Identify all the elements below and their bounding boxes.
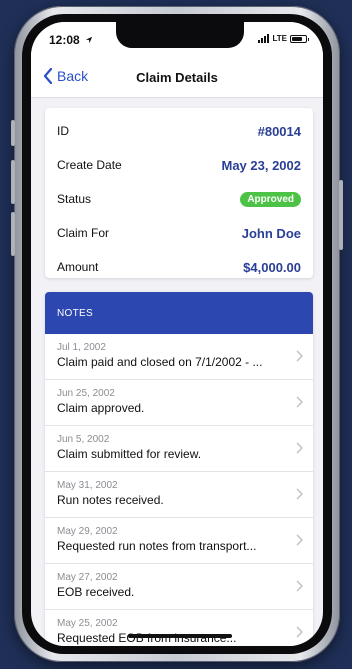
note-text: Requested EOB from insurance... bbox=[57, 631, 237, 645]
navigation-bar: Back Claim Details bbox=[31, 58, 323, 98]
location-arrow-icon bbox=[85, 36, 93, 44]
note-date: May 29, 2002 bbox=[57, 526, 118, 537]
phone-power-button bbox=[339, 180, 343, 250]
phone-side-button bbox=[11, 120, 15, 146]
home-indicator[interactable] bbox=[128, 634, 232, 638]
list-item[interactable]: May 31, 2002 Run notes received. bbox=[45, 472, 313, 518]
note-date: May 31, 2002 bbox=[57, 480, 118, 491]
note-text: EOB received. bbox=[57, 585, 135, 599]
phone-volume-up-button bbox=[11, 160, 15, 204]
detail-value-id: #80014 bbox=[257, 123, 301, 139]
detail-row-create-date: Create Date May 23, 2002 bbox=[57, 148, 301, 182]
chevron-right-icon bbox=[296, 534, 303, 546]
chevron-right-icon bbox=[296, 396, 303, 408]
network-type: LTE bbox=[272, 34, 287, 43]
detail-row-status: Status Approved bbox=[57, 182, 301, 216]
status-time: 12:08 bbox=[49, 33, 93, 47]
detail-row-amount: Amount $4,000.00 bbox=[57, 250, 301, 284]
chevron-right-icon bbox=[296, 442, 303, 454]
signal-bars-icon bbox=[258, 34, 270, 43]
note-date: Jun 5, 2002 bbox=[57, 434, 110, 445]
note-text: Claim approved. bbox=[57, 401, 145, 415]
detail-value-amount: $4,000.00 bbox=[243, 259, 301, 275]
detail-label: Amount bbox=[57, 260, 99, 274]
chevron-right-icon bbox=[296, 580, 303, 592]
detail-value-create-date: May 23, 2002 bbox=[221, 157, 301, 173]
phone-notch bbox=[116, 22, 244, 48]
note-text: Run notes received. bbox=[57, 493, 164, 507]
chevron-right-icon bbox=[296, 626, 303, 638]
chevron-right-icon bbox=[296, 488, 303, 500]
note-text: Requested run notes from transport... bbox=[57, 539, 257, 553]
detail-label: Status bbox=[57, 192, 92, 206]
list-item[interactable]: Jul 1, 2002 Claim paid and closed on 7/1… bbox=[45, 334, 313, 380]
detail-row-claim-for: Claim For John Doe bbox=[57, 216, 301, 250]
battery-icon bbox=[290, 34, 309, 43]
phone-volume-down-button bbox=[11, 212, 15, 256]
list-item[interactable]: Jun 25, 2002 Claim approved. bbox=[45, 380, 313, 426]
detail-row-id: ID #80014 bbox=[57, 114, 301, 148]
detail-label: ID bbox=[57, 124, 69, 138]
status-indicators: LTE bbox=[258, 34, 309, 43]
status-badge: Approved bbox=[240, 191, 301, 207]
detail-label: Create Date bbox=[57, 158, 122, 172]
note-text: Claim paid and closed on 7/1/2002 - ... bbox=[57, 355, 263, 369]
detail-label: Claim For bbox=[57, 226, 110, 240]
notes-header: NOTES bbox=[45, 292, 313, 334]
note-date: Jun 25, 2002 bbox=[57, 388, 115, 399]
phone-screen: 12:08 LTE Back Claim Details ID #80014 C… bbox=[31, 22, 323, 646]
notes-section[interactable]: NOTES Jul 1, 2002 Claim paid and closed … bbox=[45, 292, 313, 646]
note-text: Claim submitted for review. bbox=[57, 447, 202, 461]
note-date: Jul 1, 2002 bbox=[57, 342, 106, 353]
note-date: May 27, 2002 bbox=[57, 572, 118, 583]
page-title: Claim Details bbox=[136, 70, 218, 85]
detail-value-claim-for: John Doe bbox=[241, 225, 301, 241]
claim-details-card: ID #80014 Create Date May 23, 2002 Statu… bbox=[45, 108, 313, 278]
list-item[interactable]: May 29, 2002 Requested run notes from tr… bbox=[45, 518, 313, 564]
chevron-right-icon bbox=[296, 350, 303, 362]
note-date: May 25, 2002 bbox=[57, 618, 118, 629]
list-item[interactable]: Jun 5, 2002 Claim submitted for review. bbox=[45, 426, 313, 472]
list-item[interactable]: May 25, 2002 Requested EOB from insuranc… bbox=[45, 610, 313, 646]
list-item[interactable]: May 27, 2002 EOB received. bbox=[45, 564, 313, 610]
